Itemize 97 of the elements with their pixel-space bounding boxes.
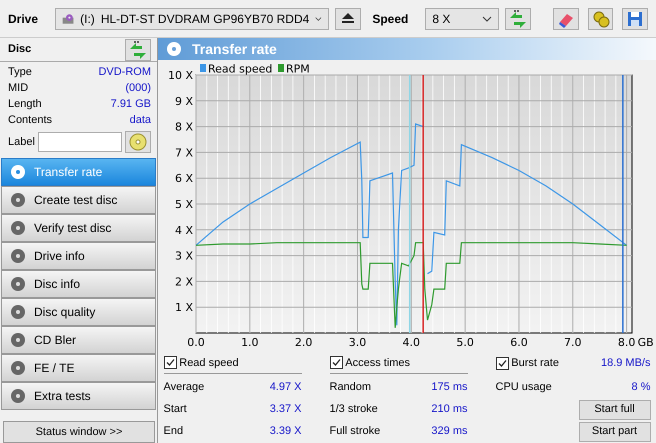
axis-label: 3 X xyxy=(174,250,193,263)
start-button[interactable]: Start full xyxy=(578,400,650,420)
disc-icon xyxy=(10,360,26,376)
erase-button[interactable] xyxy=(553,8,579,30)
save-icon xyxy=(626,10,644,28)
speed-value: 8 X xyxy=(432,10,452,28)
stat-label: Full stroke xyxy=(330,424,380,440)
field-value: data xyxy=(130,113,151,128)
axis-label: 2.0 xyxy=(294,336,312,349)
checkbox[interactable] xyxy=(496,356,508,370)
burst-value: 18.9 MB/s xyxy=(600,356,650,371)
disc-icon xyxy=(10,164,26,180)
field-value: (000) xyxy=(125,81,151,96)
axis-label: 9 X xyxy=(174,94,193,108)
start-button[interactable]: Start part xyxy=(578,422,650,442)
disc-title: Disc xyxy=(8,42,32,58)
eject-icon xyxy=(340,11,356,26)
axis-label: 7.0 xyxy=(564,336,582,349)
drive-dropdown[interactable]: (I:) HL-DT-ST DVDRAM GP96YB70 RDD4 xyxy=(55,8,330,30)
stat-value: 175 ms xyxy=(431,380,468,396)
legend-label: RPM xyxy=(286,63,310,76)
legend-label: Read speed xyxy=(208,63,272,76)
stat-label: CPU usage xyxy=(496,380,552,396)
disc-icon xyxy=(10,276,26,292)
axis-unit: GB xyxy=(638,336,654,349)
disc-icon xyxy=(10,332,26,348)
stat-label: Start xyxy=(164,402,187,418)
axis-label: 4.0 xyxy=(402,336,420,349)
nav-button[interactable]: Disc info xyxy=(1,270,156,298)
disc-icon xyxy=(166,41,182,57)
stat-value: 8 % xyxy=(632,380,650,396)
refresh-button[interactable] xyxy=(504,8,531,30)
checkbox[interactable] xyxy=(164,356,176,370)
axis-label: 6.0 xyxy=(510,336,528,349)
stat-label: 1/3 stroke xyxy=(330,402,378,418)
axis-label: 8.0 xyxy=(618,336,636,349)
label-input[interactable] xyxy=(38,132,122,152)
disc-button[interactable] xyxy=(125,130,151,153)
nav-button[interactable]: Drive info xyxy=(1,242,156,270)
caret-icon xyxy=(482,16,492,22)
field-label: MID xyxy=(8,81,28,96)
stat-label: Average xyxy=(164,380,204,396)
axis-label: 6 X xyxy=(174,172,193,186)
stat-value: 210 ms xyxy=(431,402,468,418)
drive-name: HL-DT-ST DVDRAM GP96YB70 RDD4 xyxy=(100,10,310,28)
disc-icon xyxy=(10,248,26,264)
disc-icon xyxy=(10,220,26,236)
legend-swatch xyxy=(278,64,284,72)
axis-label: 5.0 xyxy=(456,336,474,349)
panel-title: Transfer rate xyxy=(192,40,277,58)
disc-icon xyxy=(129,132,147,151)
field-value: 7.91 GB xyxy=(110,97,151,112)
checkbox-label: Access times xyxy=(345,356,410,370)
label-label: Label xyxy=(8,134,35,150)
nav-button[interactable]: Verify test disc xyxy=(1,214,156,242)
nav-button[interactable]: Extra tests xyxy=(1,382,156,410)
stat-value: 4.97 X xyxy=(270,380,302,396)
stat-label: End xyxy=(164,424,184,440)
options-button[interactable] xyxy=(588,8,614,30)
nav-button[interactable]: FE / TE xyxy=(1,354,156,382)
nav-button[interactable]: CD Bler xyxy=(1,326,156,354)
field-value: DVD-ROM xyxy=(98,65,151,80)
legend-swatch xyxy=(200,64,206,72)
stat-value: 3.39 X xyxy=(270,424,302,440)
axis-label: 3.0 xyxy=(348,336,366,349)
eject-button[interactable] xyxy=(335,8,361,30)
caret-icon xyxy=(315,16,322,22)
axis-label: 10 X xyxy=(168,69,193,82)
axis-label: 1 X xyxy=(174,301,193,314)
disc-icon xyxy=(10,304,26,320)
disc-icon xyxy=(10,388,26,404)
drive-label: Drive xyxy=(8,10,38,28)
nav-button[interactable]: Disc quality xyxy=(1,298,156,326)
field-label: Contents xyxy=(8,113,52,128)
checkbox-label: Burst rate xyxy=(511,356,559,371)
refresh-button[interactable] xyxy=(125,38,151,60)
axis-label: 2 X xyxy=(174,275,193,288)
nav-button[interactable]: Create test disc xyxy=(1,186,156,214)
stat-label: Random xyxy=(330,380,372,396)
save-button[interactable] xyxy=(622,8,648,30)
field-label: Type xyxy=(8,65,32,80)
axis-label: 5 X xyxy=(174,198,193,211)
stat-value: 329 ms xyxy=(431,424,468,440)
axis-label: 4 X xyxy=(174,224,193,237)
stat-value: 3.37 X xyxy=(270,402,302,418)
axis-label: 7 X xyxy=(174,146,193,160)
status-window-button[interactable]: Status window >> xyxy=(3,421,155,443)
field-label: Length xyxy=(8,97,42,112)
speed-dropdown[interactable]: 8 X xyxy=(425,8,499,30)
checkbox[interactable] xyxy=(330,356,342,370)
speed-label: Speed xyxy=(372,10,408,28)
axis-label: 8 X xyxy=(174,120,193,134)
disc-icon xyxy=(10,192,26,208)
axis-label: 1.0 xyxy=(241,336,259,349)
drive-letter: (I:) xyxy=(80,10,95,28)
checkbox-label: Read speed xyxy=(179,356,239,370)
axis-label: 0.0 xyxy=(187,336,205,349)
